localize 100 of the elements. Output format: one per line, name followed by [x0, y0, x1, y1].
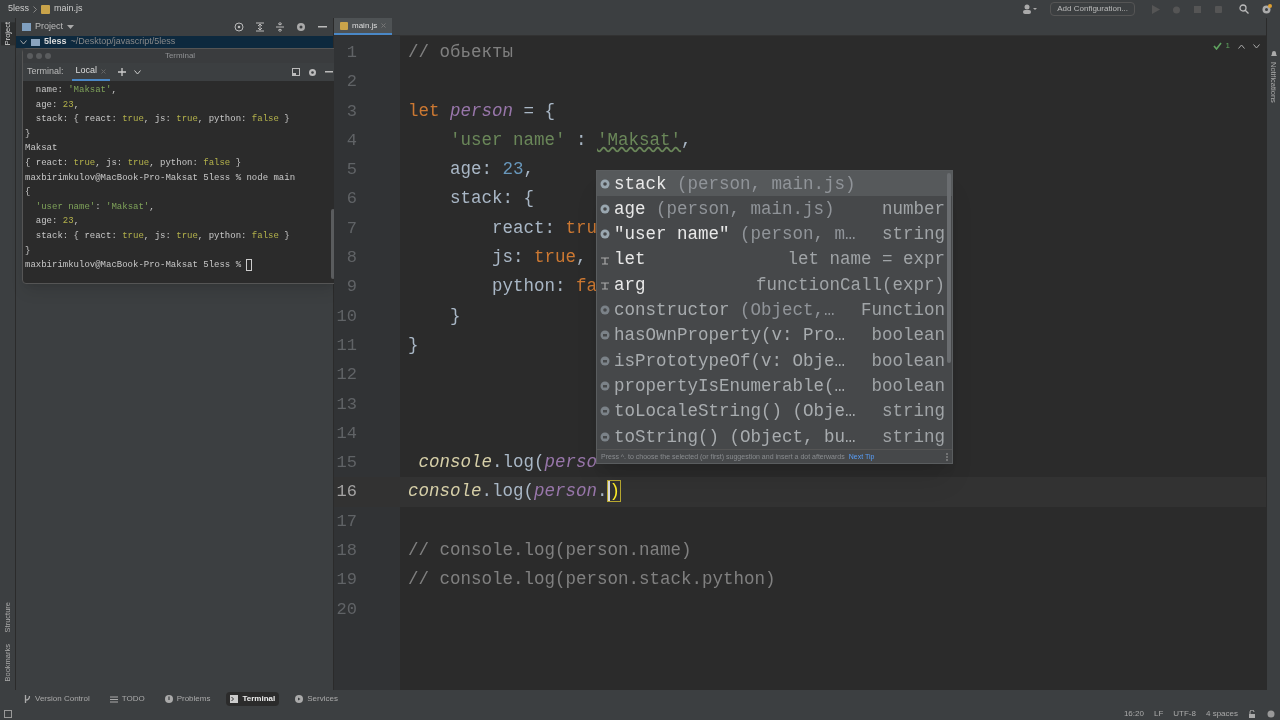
panel-toggle-icon[interactable] [4, 710, 12, 718]
status-item[interactable]: LF [1153, 708, 1164, 720]
template-icon [600, 279, 610, 290]
caret-icon[interactable] [67, 24, 74, 30]
code-line: // обьекты [408, 41, 514, 64]
terminal-text: , [149, 200, 155, 214]
chevron-right-icon [33, 5, 37, 13]
completion-item[interactable]: let let name = expr [597, 246, 952, 273]
completion-item[interactable]: toLocaleString() (Obje… string [597, 398, 952, 424]
status-item[interactable]: 16:20 [1123, 708, 1144, 720]
method-icon [600, 406, 610, 417]
text-cursor [246, 259, 253, 272]
terminal-text: { react: [25, 156, 70, 170]
method-icon [600, 330, 610, 341]
terminal-text: name: [34, 84, 64, 97]
settings-icon[interactable] [308, 67, 317, 77]
terminal-text: 23 [62, 98, 74, 112]
property-icon [600, 203, 610, 214]
lock-icon[interactable] [1248, 710, 1256, 718]
breadcrumb[interactable]: 5less [8, 2, 29, 16]
terminal-text: 'user name' [34, 200, 96, 214]
terminal-text: , js: [143, 229, 172, 243]
tree-item[interactable]: 5less ~/Desktop/javascript/5less [16, 36, 333, 48]
template-icon [600, 254, 610, 265]
property-icon [600, 229, 610, 240]
js-file-icon [340, 21, 348, 30]
terminal-label: Terminal: [27, 65, 64, 79]
bell-icon[interactable] [1269, 50, 1278, 58]
completion-item[interactable]: constructor (Object,… Function [597, 297, 952, 323]
terminal-text: true [176, 229, 198, 243]
terminal-text: 'Maksat' [106, 200, 150, 214]
terminal-text: , js: [143, 113, 172, 127]
chevron-down-icon[interactable] [1253, 43, 1260, 49]
panel-title[interactable]: Project [35, 20, 63, 34]
completion-item[interactable]: isPrototypeOf(v: Obje… boolean [597, 348, 952, 374]
terminal-text: stack: { react: [34, 113, 118, 127]
terminal-text: maxbirimkulov@MacBook-Pro-Maksat 5less % node main [25, 171, 296, 185]
locate-icon[interactable] [234, 22, 244, 32]
terminal-text: , python: [149, 156, 199, 170]
add-icon[interactable] [118, 68, 127, 76]
tool-window-button[interactable]: Terminal [226, 692, 280, 706]
terminal-text: stack: { react: [34, 229, 118, 243]
code-line: console.log(person.) [408, 480, 621, 504]
completion-item[interactable]: hasOwnProperty(v: Pro… boolean [597, 322, 952, 349]
folder-path: ~/Desktop/javascript/5less [70, 35, 176, 49]
search-icon[interactable] [1239, 4, 1249, 14]
window-mode-icon[interactable] [292, 68, 300, 76]
terminal-text: maxbirimkulov@MacBook-Pro-Maksat 5less % [25, 259, 243, 273]
terminal-text: , python: [197, 229, 248, 243]
chevron-down-icon[interactable] [134, 69, 142, 75]
terminal-text: { [25, 186, 31, 200]
code-line: age: 23, [449, 158, 535, 182]
completion-item[interactable]: "user name" (person, m… string [597, 221, 952, 247]
code-line: react: tru [491, 216, 598, 240]
completion-item[interactable]: age (person, main.js) number [597, 196, 952, 222]
warning-icon [164, 695, 173, 703]
chevron-down-icon[interactable] [20, 39, 27, 45]
chevron-up-icon[interactable] [1238, 43, 1245, 49]
user-icon[interactable] [1022, 4, 1039, 14]
terminal-text: : [95, 200, 102, 214]
status-item[interactable]: UTF-8 [1173, 708, 1196, 720]
code-line: console.log(perso [417, 451, 598, 475]
method-icon [600, 355, 610, 366]
collapse-all-icon[interactable] [276, 22, 284, 32]
terminal-text: , [73, 98, 80, 112]
check-icon[interactable] [1212, 42, 1222, 50]
terminal-text: } [283, 113, 290, 127]
tool-window-button[interactable]: Problems [160, 692, 215, 706]
completion-item[interactable]: propertyIsEnumerable(… boolean [597, 373, 952, 399]
tool-window-button[interactable]: Services [291, 692, 342, 706]
terminal-tab[interactable]: Local [71, 63, 111, 81]
inspection-count: 1 [1225, 40, 1230, 52]
tool-window-button[interactable]: Version Control [20, 692, 94, 706]
terminal-text: , [111, 84, 117, 97]
terminal-text: true [176, 113, 198, 127]
status-item[interactable]: 4 spaces [1205, 708, 1238, 720]
terminal-text: } [25, 244, 31, 258]
tool-window-button[interactable]: TODO [105, 692, 149, 706]
breadcrumb[interactable]: main.js [54, 2, 83, 16]
settings-icon[interactable] [296, 22, 306, 32]
terminal-text: Maksat [25, 142, 58, 156]
code-line: python: fa [491, 275, 598, 299]
expand-all-icon[interactable] [256, 22, 264, 32]
terminal-text: } [25, 127, 31, 141]
add-configuration-button[interactable]: Add Configuration... [1050, 2, 1135, 16]
terminal-text: false [203, 156, 231, 170]
completion-item[interactable]: toString() (Object, bu… string [597, 423, 952, 450]
completion-item[interactable]: arg functionCall(expr) [597, 272, 952, 298]
js-file-icon [41, 4, 50, 14]
terminal-text: false [251, 229, 279, 243]
completion-item[interactable]: stack (person, main.js) [597, 171, 952, 197]
method-icon [600, 381, 610, 391]
terminal-text: true [122, 113, 144, 127]
code-line: } [449, 304, 461, 328]
settings-icon[interactable] [1261, 3, 1272, 15]
code-line: js: true, [491, 246, 587, 270]
editor-tab[interactable]: main.js [334, 18, 393, 35]
terminal-text: , [73, 215, 80, 229]
terminal-text: 'Maksat' [68, 84, 112, 97]
property-icon [600, 305, 610, 316]
